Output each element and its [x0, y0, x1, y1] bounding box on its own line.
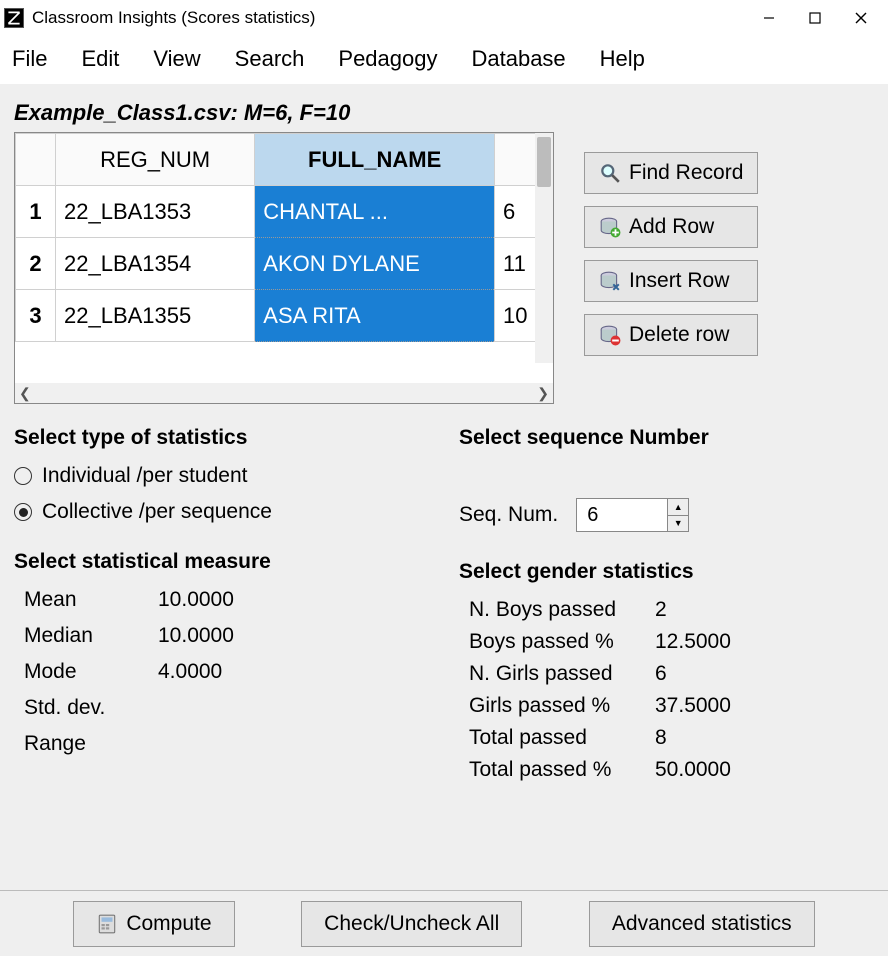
- data-table[interactable]: REG_NUM FULL_NAME 1 22_LBA1353 CHANTAL .…: [15, 133, 553, 342]
- data-table-area: REG_NUM FULL_NAME 1 22_LBA1353 CHANTAL .…: [14, 132, 554, 404]
- window-title: Classroom Insights (Scores statistics): [32, 8, 746, 28]
- calculator-icon: [96, 913, 118, 935]
- stats-type-heading: Select type of statistics: [14, 426, 429, 450]
- add-row-button[interactable]: Add Row: [584, 206, 758, 248]
- seq-input[interactable]: [577, 499, 667, 531]
- delete-row-button[interactable]: Delete row: [584, 314, 758, 356]
- col-fullname[interactable]: FULL_NAME: [255, 134, 495, 186]
- ngirls-value: 6: [655, 662, 667, 686]
- advanced-stats-button[interactable]: Advanced statistics: [589, 901, 815, 947]
- seq-spinner[interactable]: ▲▼: [576, 498, 689, 532]
- menu-database[interactable]: Database: [471, 46, 565, 72]
- menu-file[interactable]: File: [12, 46, 47, 72]
- menu-edit[interactable]: Edit: [81, 46, 119, 72]
- table-row: 1 22_LBA1353 CHANTAL ... 6: [16, 186, 553, 238]
- mode-value: 4.0000: [158, 660, 222, 684]
- radio-icon: [14, 467, 32, 485]
- girlspct-value: 37.5000: [655, 694, 731, 718]
- check-uncheck-button[interactable]: Check/Uncheck All: [301, 901, 522, 947]
- table-row: 3 22_LBA1355 ASA RITA 10: [16, 290, 553, 342]
- insert-row-button[interactable]: Insert Row: [584, 260, 758, 302]
- col-regnum[interactable]: REG_NUM: [56, 134, 255, 186]
- table-corner: [16, 134, 56, 186]
- menu-pedagogy[interactable]: Pedagogy: [338, 46, 437, 72]
- find-record-button[interactable]: Find Record: [584, 152, 758, 194]
- totalpct-value: 50.0000: [655, 758, 731, 782]
- bottom-bar: Compute Check/Uncheck All Advanced stati…: [0, 890, 888, 956]
- file-label: Example_Class1.csv: M=6, F=10: [14, 100, 874, 126]
- horizontal-scrollbar[interactable]: ❮ ❯: [15, 383, 553, 403]
- app-icon: [4, 8, 24, 28]
- spinner-down-icon[interactable]: ▼: [668, 516, 688, 532]
- vertical-scrollbar[interactable]: [535, 133, 553, 363]
- scroll-right-icon[interactable]: ❯: [537, 385, 549, 402]
- gender-heading: Select gender statistics: [459, 560, 874, 584]
- total-value: 8: [655, 726, 667, 750]
- menu-view[interactable]: View: [153, 46, 200, 72]
- mean-value: 10.0000: [158, 588, 234, 612]
- db-delete-icon: [599, 324, 621, 346]
- radio-individual[interactable]: Individual /per student: [14, 464, 429, 488]
- menu-search[interactable]: Search: [235, 46, 305, 72]
- median-value: 10.0000: [158, 624, 234, 648]
- boyspct-value: 12.5000: [655, 630, 731, 654]
- close-button[interactable]: [838, 2, 884, 34]
- minimize-button[interactable]: [746, 2, 792, 34]
- seq-label: Seq. Num.: [459, 503, 558, 527]
- measures-heading: Select statistical measure: [14, 550, 429, 574]
- radio-icon: [14, 503, 32, 521]
- db-insert-icon: [599, 270, 621, 292]
- compute-button[interactable]: Compute: [73, 901, 234, 947]
- spinner-up-icon[interactable]: ▲: [668, 499, 688, 516]
- db-add-icon: [599, 216, 621, 238]
- scroll-left-icon[interactable]: ❮: [19, 385, 31, 402]
- maximize-button[interactable]: [792, 2, 838, 34]
- titlebar: Classroom Insights (Scores statistics): [0, 0, 888, 36]
- nboys-value: 2: [655, 598, 667, 622]
- seq-heading: Select sequence Number: [459, 426, 874, 450]
- magnifier-icon: [599, 162, 621, 184]
- menubar: File Edit View Search Pedagogy Database …: [0, 36, 888, 84]
- menu-help[interactable]: Help: [600, 46, 645, 72]
- table-row: 2 22_LBA1354 AKON DYLANE 11: [16, 238, 553, 290]
- radio-collective[interactable]: Collective /per sequence: [14, 500, 429, 524]
